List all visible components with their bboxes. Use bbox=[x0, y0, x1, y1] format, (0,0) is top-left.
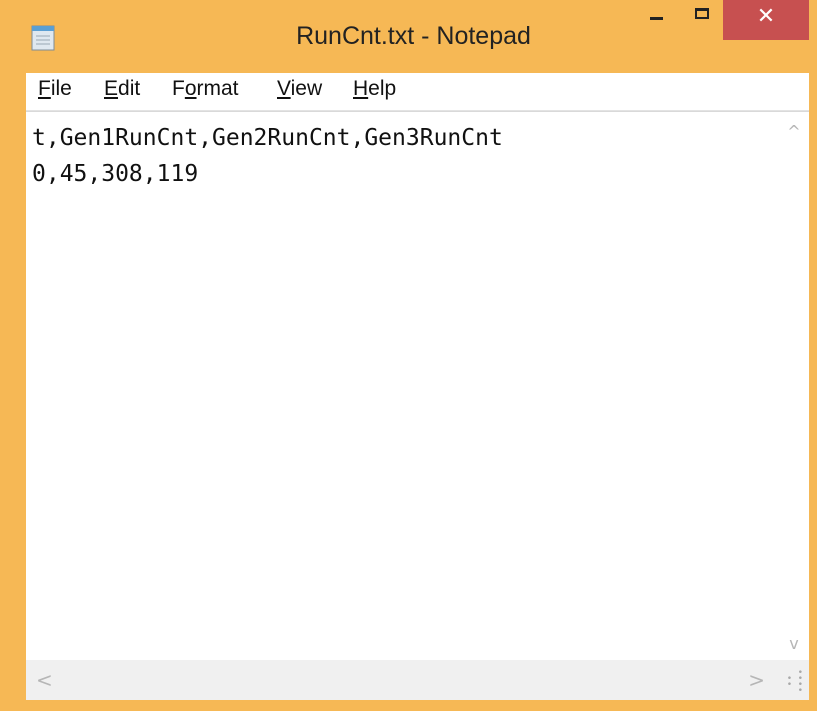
maximize-button[interactable] bbox=[683, 0, 723, 40]
menu-edit[interactable]: Edit bbox=[100, 77, 144, 101]
size-grip[interactable]: • • • • • • bbox=[779, 660, 809, 700]
vertical-scrollbar[interactable]: ^ v bbox=[779, 112, 809, 661]
menu-format[interactable]: Format bbox=[168, 77, 243, 101]
size-grip-icon: • • • • • • bbox=[786, 668, 803, 696]
minimize-button[interactable] bbox=[633, 0, 683, 40]
menu-view[interactable]: View bbox=[273, 77, 326, 101]
minimize-icon bbox=[650, 17, 663, 20]
menu-help-access-key: H bbox=[353, 77, 369, 100]
menu-format-access-key: o bbox=[184, 77, 197, 100]
menu-edit-access-key: E bbox=[104, 77, 119, 100]
menu-help[interactable]: Help bbox=[349, 77, 400, 101]
editor-area: t,Gen1RunCnt,Gen2RunCnt,Gen3RunCnt 0,45,3… bbox=[26, 111, 809, 700]
notepad-window: RunCnt.txt - Notepad ✕ File Edit Format … bbox=[0, 0, 817, 711]
scroll-left-icon[interactable]: < bbox=[36, 668, 53, 692]
menu-view-access-key: V bbox=[277, 77, 291, 100]
menu-bar: File Edit Format View Help bbox=[26, 73, 809, 111]
horizontal-scrollbar[interactable]: < > bbox=[26, 660, 779, 700]
menu-file-access-key: F bbox=[38, 77, 51, 100]
title-bar[interactable]: RunCnt.txt - Notepad ✕ bbox=[0, 0, 817, 73]
scroll-right-icon[interactable]: > bbox=[748, 668, 765, 692]
maximize-icon bbox=[695, 8, 709, 19]
scroll-up-icon[interactable]: ^ bbox=[779, 122, 809, 141]
text-editor[interactable]: t,Gen1RunCnt,Gen2RunCnt,Gen3RunCnt 0,45,3… bbox=[26, 112, 779, 661]
scroll-down-icon[interactable]: v bbox=[779, 634, 809, 653]
text-line: t,Gen1RunCnt,Gen2RunCnt,Gen3RunCnt bbox=[32, 125, 503, 151]
menu-file[interactable]: File bbox=[34, 77, 76, 101]
close-icon: ✕ bbox=[756, 4, 776, 29]
text-line: 0,45,308,119 bbox=[32, 161, 199, 187]
close-button[interactable]: ✕ bbox=[723, 0, 809, 40]
